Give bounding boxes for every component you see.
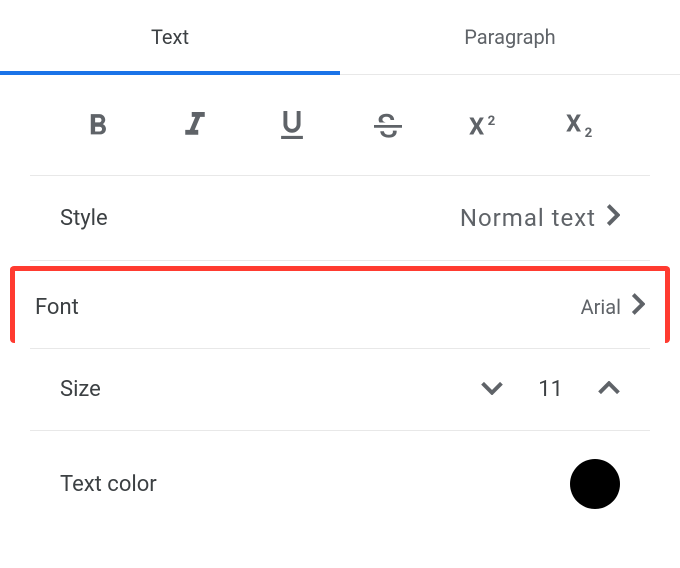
- strikethrough-button[interactable]: [363, 105, 413, 145]
- text-color-row[interactable]: Text color: [30, 431, 650, 509]
- color-swatch: [570, 459, 620, 509]
- tab-paragraph-label: Paragraph: [464, 25, 555, 49]
- subscript-button[interactable]: X 2: [557, 105, 607, 145]
- svg-text:2: 2: [584, 126, 592, 137]
- format-toolbar: X 2 X 2: [30, 75, 650, 176]
- font-row[interactable]: Font Arial: [10, 266, 670, 343]
- style-value-group: Normal text: [460, 204, 620, 232]
- chevron-down-icon[interactable]: [481, 380, 503, 399]
- svg-text:X: X: [469, 113, 484, 137]
- font-label: Font: [35, 295, 79, 320]
- tabs: Text Paragraph: [0, 0, 680, 75]
- svg-text:2: 2: [488, 114, 496, 129]
- tab-text[interactable]: Text: [0, 0, 340, 74]
- svg-text:X: X: [566, 113, 581, 137]
- size-label: Size: [60, 377, 101, 402]
- size-row: Size 11: [30, 348, 650, 431]
- font-value-group: Arial: [581, 293, 645, 321]
- italic-button[interactable]: [170, 105, 220, 145]
- tab-text-label: Text: [151, 25, 189, 49]
- style-row[interactable]: Style Normal text: [30, 176, 650, 261]
- size-value: 11: [538, 377, 563, 402]
- size-controls: 11: [481, 377, 620, 402]
- tab-paragraph[interactable]: Paragraph: [340, 0, 680, 74]
- underline-button[interactable]: [267, 105, 317, 145]
- font-value: Arial: [581, 295, 621, 319]
- style-label: Style: [60, 206, 108, 231]
- text-color-value: [570, 459, 620, 509]
- chevron-up-icon[interactable]: [598, 380, 620, 399]
- text-color-label: Text color: [60, 472, 157, 497]
- superscript-button[interactable]: X 2: [460, 105, 510, 145]
- bold-button[interactable]: [73, 105, 123, 145]
- style-value: Normal text: [460, 204, 596, 232]
- chevron-right-icon: [631, 293, 645, 321]
- chevron-right-icon: [606, 204, 620, 232]
